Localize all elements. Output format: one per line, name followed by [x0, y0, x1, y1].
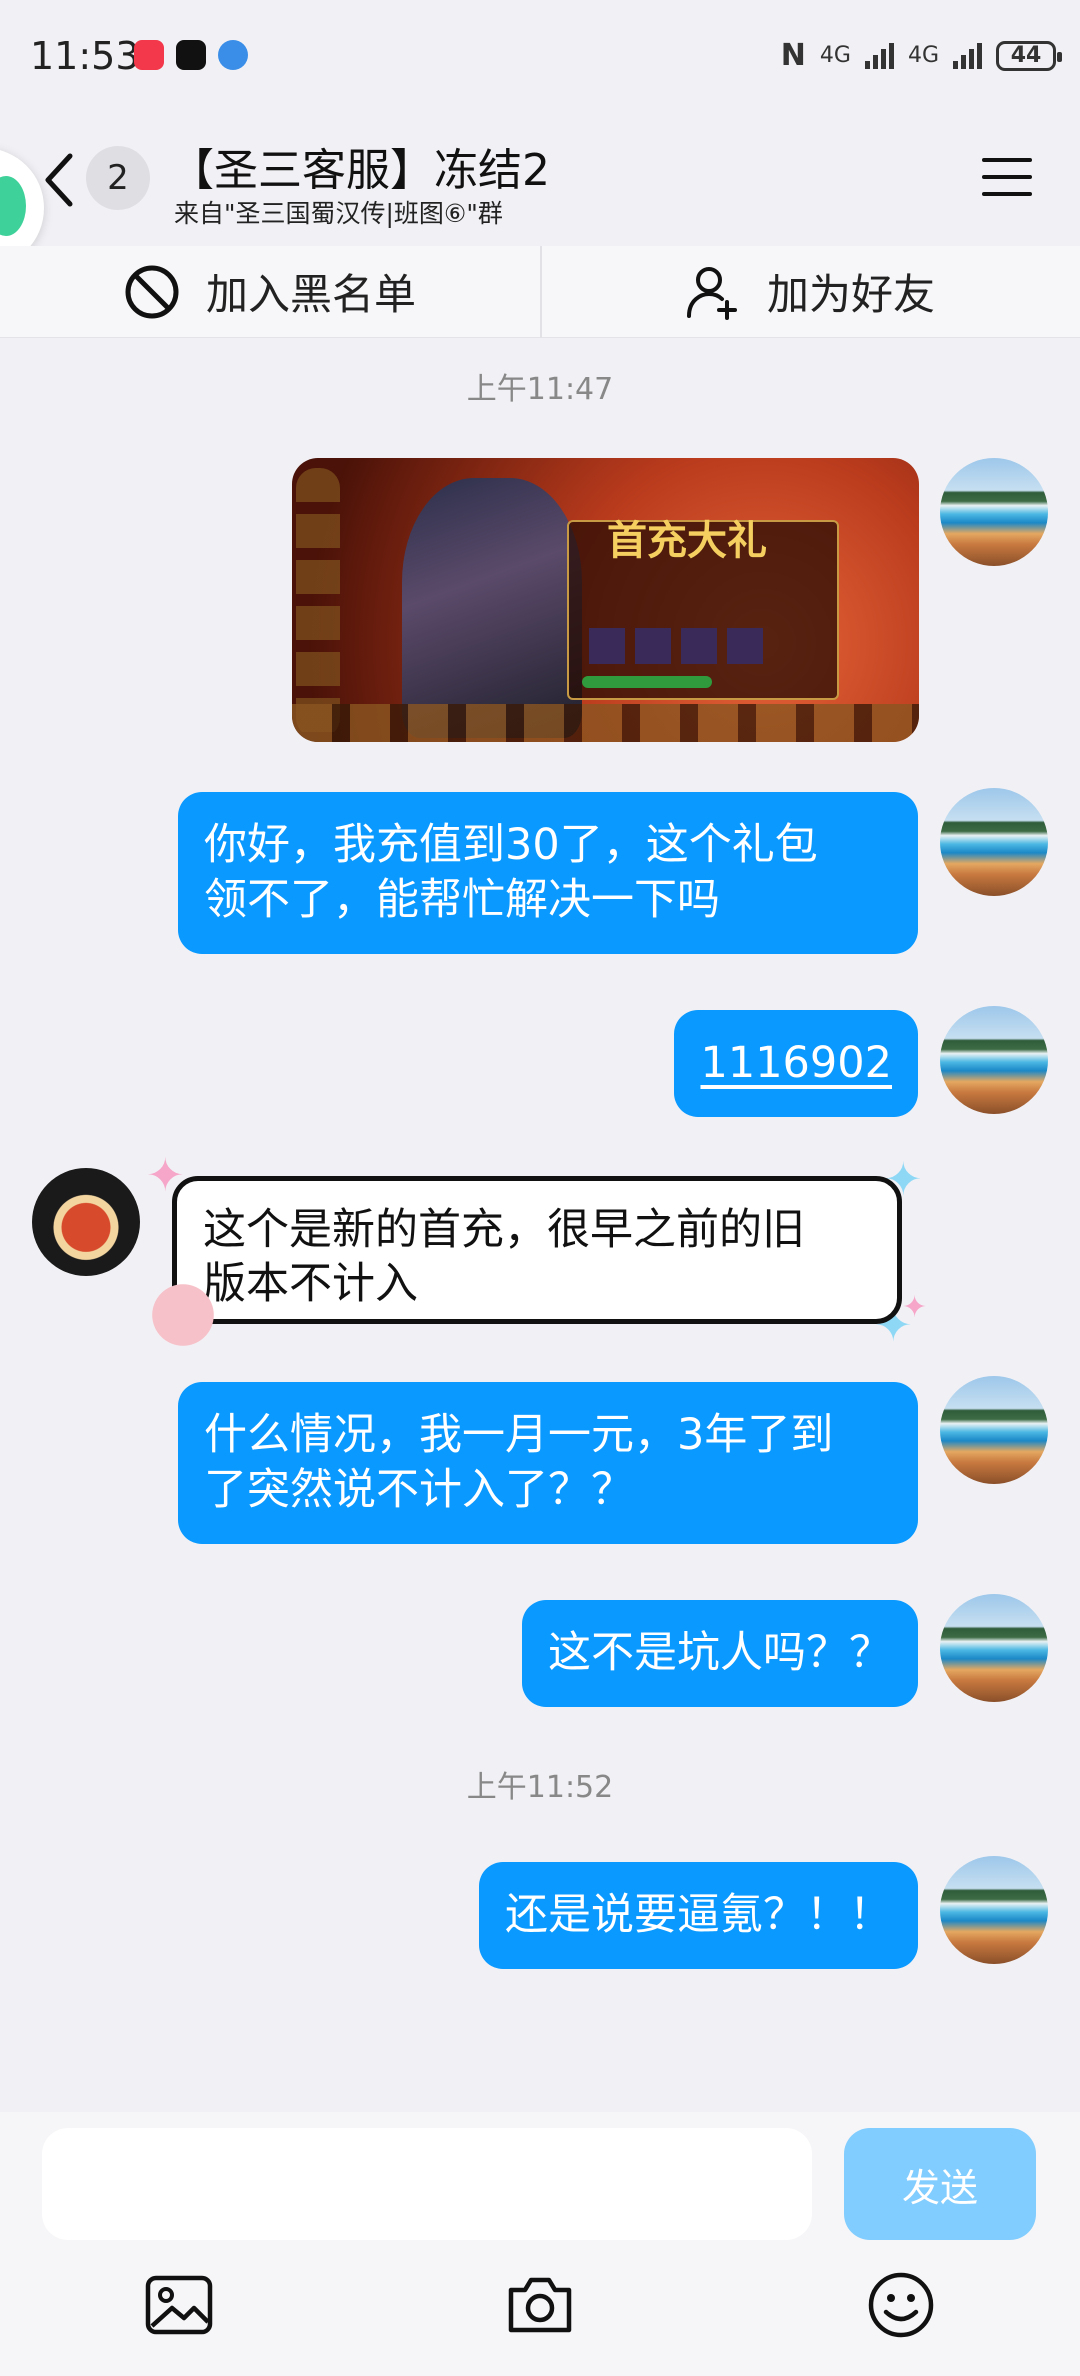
status-indicators: N 4G 4G 44 [780, 38, 1062, 73]
game-progress-bar [582, 676, 712, 688]
message-bubble[interactable]: 什么情况，我一月一元，3年了到 了突然说不计入了？？ [178, 1382, 918, 1544]
self-avatar[interactable] [940, 1006, 1048, 1114]
message-bubble[interactable]: 还是说要逼氪？！！ [479, 1862, 918, 1969]
self-avatar[interactable] [940, 1376, 1048, 1484]
battery-indicator: 44 [996, 40, 1062, 71]
game-hero-figure [402, 478, 582, 738]
message-timestamp: 上午11:52 [466, 1770, 614, 1805]
network-type-label: 4G [907, 43, 939, 68]
bubble-mascot-decoration [140, 1280, 226, 1350]
status-app-icons [134, 40, 248, 70]
self-avatar[interactable] [940, 458, 1048, 566]
message-text: 这不是坑人吗？？ [548, 1628, 892, 1678]
game-bottom-icons [292, 704, 919, 742]
game-side-icons [296, 468, 340, 738]
app-notification-icon [218, 40, 248, 70]
message-text: 了突然说不计入了？？ [204, 1465, 634, 1515]
message-text: 领不了，能帮忙解决一下吗 [204, 875, 720, 925]
message-bubble[interactable]: 1116902 [674, 1010, 918, 1117]
message-text: 版本不计入 [203, 1259, 418, 1309]
message-bubble[interactable]: 这不是坑人吗？？ [522, 1600, 918, 1707]
sparkle-decoration: ✦ [902, 1290, 928, 1325]
game-gift-title: 首充大礼 [607, 517, 767, 564]
signal-icon [864, 42, 894, 69]
camera-icon[interactable] [505, 2270, 575, 2340]
service-avatar[interactable] [32, 1168, 140, 1276]
add-friend-button[interactable]: 加为好友 [540, 246, 1080, 338]
back-icon[interactable] [40, 150, 80, 210]
message-bubble[interactable]: 你好，我充值到30了，这个礼包 领不了，能帮忙解决一下吗 [178, 792, 918, 954]
message-text: 这个是新的首充，很早之前的旧 [203, 1205, 805, 1255]
add-friend-icon [686, 266, 737, 320]
game-gift-items [589, 628, 769, 664]
message-text: 什么情况，我一月一元，3年了到 [204, 1410, 834, 1460]
image-icon[interactable] [144, 2270, 214, 2340]
status-bar: 11:53 N 4G 4G 44 [0, 0, 1080, 118]
self-avatar[interactable] [940, 1856, 1048, 1964]
stranger-action-bar: 加入黑名单 加为好友 [0, 246, 1080, 338]
emoji-icon[interactable] [866, 2270, 936, 2340]
message-link-text[interactable]: 1116902 [700, 1038, 892, 1088]
status-time: 11:53 [30, 34, 140, 78]
chat-bubble-icon [0, 176, 26, 236]
block-label: 加入黑名单 [205, 270, 416, 319]
chat-subtitle: 来自"圣三国蜀汉传|班图⑥"群 [174, 199, 503, 228]
network-type-label: 4G [819, 43, 851, 68]
chat-title: 【圣三客服】冻结2 [170, 145, 550, 196]
signal-icon [953, 42, 982, 69]
unread-count-badge[interactable]: 2 [86, 146, 150, 210]
block-icon [125, 265, 179, 318]
message-bubble-received[interactable]: 这个是新的首充，很早之前的旧 版本不计入 [172, 1176, 902, 1324]
message-text: 你好，我充值到30了，这个礼包 [204, 820, 818, 870]
nfc-icon: N [780, 38, 806, 73]
self-avatar[interactable] [940, 788, 1048, 896]
message-timestamp: 上午11:47 [466, 372, 614, 407]
message-input[interactable] [42, 2128, 812, 2240]
app-notification-icon [176, 40, 206, 70]
self-avatar[interactable] [940, 1594, 1048, 1702]
add-friend-label: 加为好友 [766, 270, 935, 319]
message-text: 还是说要逼氪？！！ [505, 1890, 892, 1940]
message-image[interactable]: 首充大礼 [292, 458, 919, 742]
app-notification-icon [134, 40, 164, 70]
send-button[interactable]: 发送 [844, 2128, 1036, 2240]
block-button[interactable]: 加入黑名单 [0, 246, 540, 337]
menu-icon[interactable] [982, 156, 1032, 198]
